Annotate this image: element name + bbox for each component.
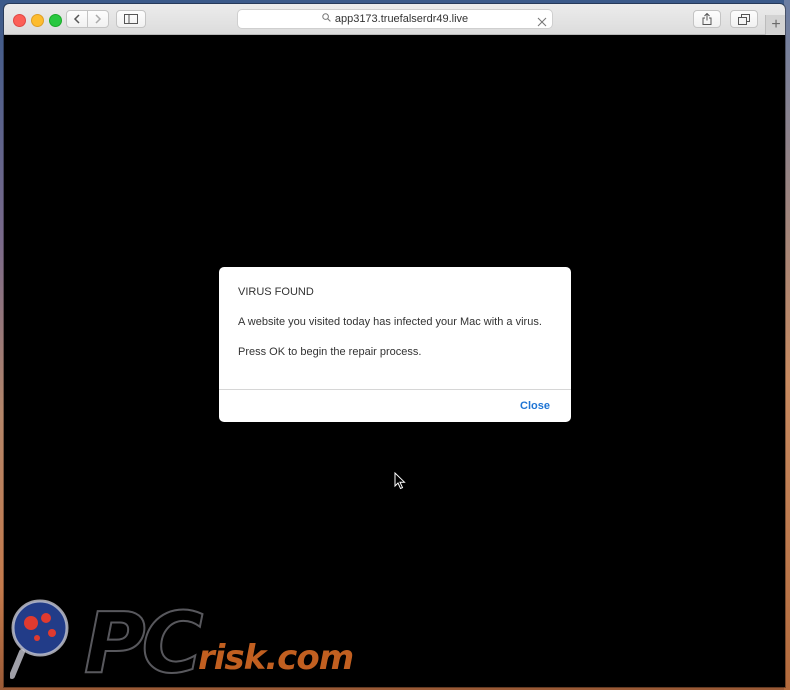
dialog-message: A website you visited today has infected… [238,316,542,328]
pointer-cursor-icon [394,471,406,495]
clear-icon[interactable] [537,14,547,27]
forward-button[interactable] [87,10,109,28]
back-chevron-icon [73,14,81,24]
close-button[interactable]: Close [520,400,550,412]
new-tab-button[interactable]: + [765,15,785,35]
watermark-domain: risk.com [198,638,354,678]
share-icon [702,13,712,25]
window-maximize-button[interactable] [49,14,62,27]
dialog-divider [219,389,571,390]
show-tabs-button[interactable] [730,10,758,28]
dialog-title: VIRUS FOUND [238,286,314,298]
address-bar[interactable]: app3173.truefalserdr49.live [237,9,553,29]
browser-toolbar: app3173.truefalserdr49.live + [4,4,785,35]
search-icon [322,13,331,25]
sidebar-icon [124,14,138,24]
window-close-button[interactable] [13,14,26,27]
address-text[interactable]: app3173.truefalserdr49.live [335,13,468,25]
window-minimize-button[interactable] [31,14,44,27]
dialog-prompt: Press OK to begin the repair process. [238,346,422,358]
browser-window: app3173.truefalserdr49.live + VIRUS FOUN… [4,4,785,687]
tabs-icon [738,13,750,25]
sidebar-toggle-button[interactable] [116,10,146,28]
watermark-brand: PC [83,593,204,690]
alert-dialog: VIRUS FOUND A website you visited today … [219,267,571,422]
page-content: VIRUS FOUND A website you visited today … [4,35,785,687]
forward-chevron-icon [94,14,102,24]
back-button[interactable] [66,10,88,28]
pcrisk-watermark: PC risk.com [10,593,450,690]
magnifier-logo-icon [10,599,69,679]
share-button[interactable] [693,10,721,28]
